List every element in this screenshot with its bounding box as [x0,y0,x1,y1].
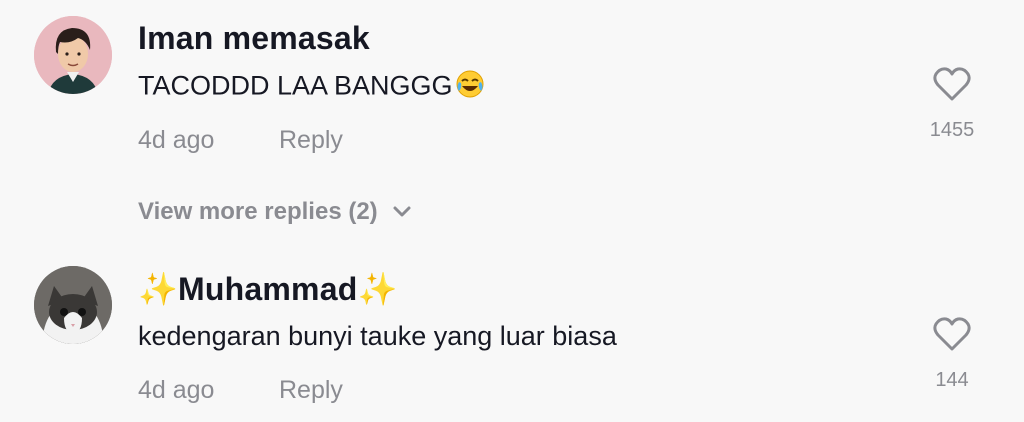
heart-icon[interactable] [932,316,972,352]
like-count: 144 [935,369,969,391]
comment-text: kedengaran bunyi tauke yang luar biasa [138,321,617,351]
avatar[interactable] [34,16,112,94]
cat-avatar-icon [34,266,112,344]
like-count: 1455 [929,119,975,141]
reply-button[interactable]: Reply [279,376,343,405]
comment-timestamp: 4d ago [138,126,215,154]
heart-icon[interactable] [932,66,972,102]
comment-item: ✨Muhammad✨ kedengaran bunyi tauke yang l… [0,250,1024,422]
chevron-down-icon [393,206,411,217]
comment-username[interactable]: ✨Muhammad✨ [138,270,398,308]
comment-item: Iman memasak TACODDD LAA BANGGG 4d ago R… [0,0,1024,240]
reply-button[interactable]: Reply [279,126,343,155]
face-with-tears-of-joy-icon [455,69,485,106]
comment-text: TACODDD LAA BANGGG [138,69,485,106]
avatar[interactable] [34,266,112,344]
avatar-illustration-icon [34,16,112,94]
sparkles-icon: ✨ [357,271,398,307]
comment-username[interactable]: Iman memasak [138,20,370,57]
comment-timestamp: 4d ago [138,376,215,404]
view-more-replies-button[interactable]: View more replies (2) [138,198,412,226]
sparkles-icon: ✨ [138,271,179,307]
